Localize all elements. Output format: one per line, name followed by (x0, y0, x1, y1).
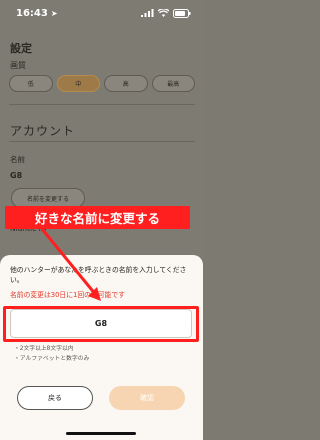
wifi-icon (158, 9, 169, 17)
status-time-group: 16:43 ➤ (16, 8, 58, 19)
status-icons (141, 8, 191, 18)
name-rule: ・2文字以上8文字以内 (14, 346, 74, 352)
quality-option-highest[interactable]: 最高 (151, 75, 195, 92)
status-bar: 16:43 ➤ (0, 0, 203, 26)
back-button[interactable]: 戻る (17, 386, 93, 410)
divider (9, 141, 195, 142)
location-arrow-icon: ➤ (50, 8, 58, 18)
name-input[interactable]: G8 (10, 309, 192, 338)
account-heading: アカウント (10, 124, 76, 138)
quality-option-low[interactable]: 低 (9, 75, 53, 92)
signal-icon (141, 9, 154, 17)
divider (9, 104, 195, 105)
name-label: 名前 (10, 155, 25, 164)
quality-options: 低 中 高 最高 (9, 75, 195, 92)
quality-option-medium[interactable]: 中 (56, 75, 100, 92)
battery-icon (173, 8, 191, 18)
dialog-warning: 名前の変更は30日に1回のみ可能です (10, 291, 125, 299)
name-rule: ・アルファベットと数字のみ (14, 356, 90, 362)
name-value: G8 (10, 171, 23, 180)
dialog-message: 他のハンターがあなたを呼ぶときの名前を入力してください。 (10, 266, 187, 284)
quality-option-high[interactable]: 高 (104, 75, 148, 92)
status-time: 16:43 (16, 7, 48, 19)
annotation-caption: 好きな名前に変更する (5, 206, 190, 229)
confirm-button[interactable]: 確認 (109, 386, 185, 410)
home-indicator (66, 432, 136, 435)
quality-label: 画質 (10, 61, 26, 70)
page-title: 設定 (10, 42, 32, 55)
change-name-button[interactable]: 名前を変更する (11, 188, 85, 208)
rename-dialog: 他のハンターがあなたを呼ぶときの名前を入力してください。 名前の変更は30日に1… (0, 255, 203, 440)
